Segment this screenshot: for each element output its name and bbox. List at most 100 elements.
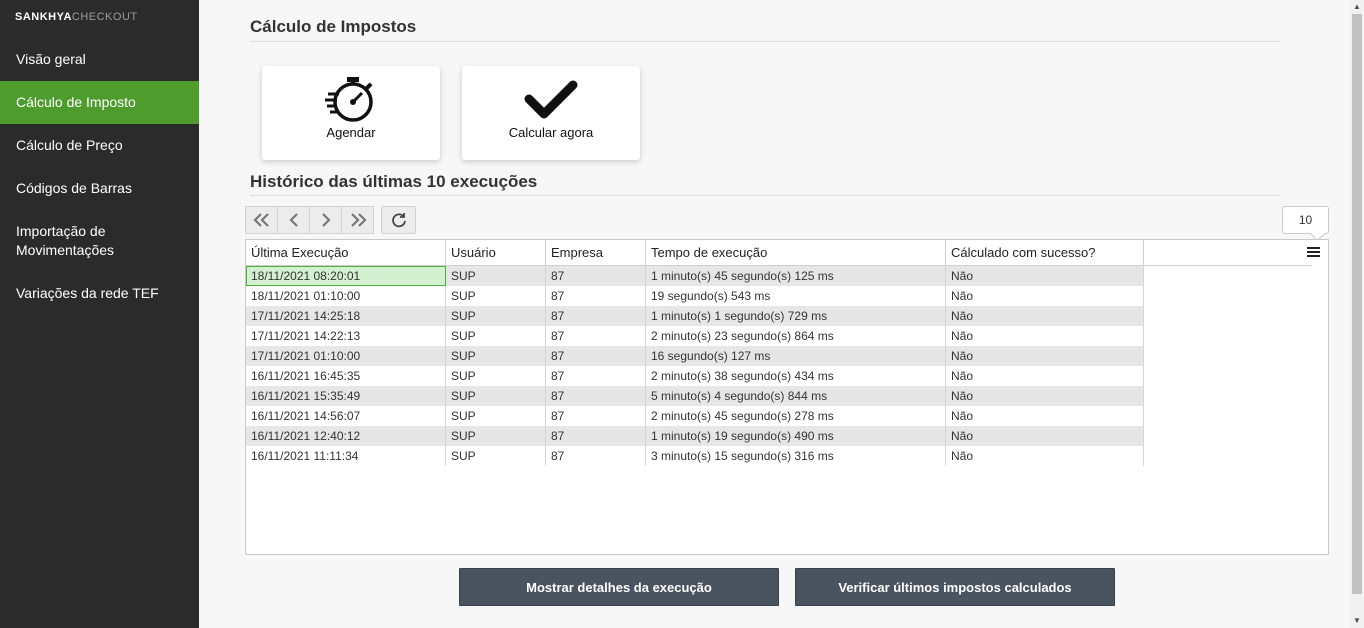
cell-usuario[interactable]: SUP	[446, 366, 546, 386]
column-header-calculado-sucesso[interactable]: Cálculado com sucesso?	[946, 240, 1144, 266]
cell-calculado-sucesso[interactable]: Não	[946, 366, 1144, 386]
table-row[interactable]: 16/11/2021 15:35:49 SUP 87 5 minuto(s) 4 se…	[246, 386, 1144, 406]
last-page-button[interactable]	[341, 206, 374, 234]
cell-tempo-execucao[interactable]: 2 minuto(s) 45 segundo(s) 278 ms	[646, 406, 946, 426]
sidebar: SANKHYACHECKOUT Visão geral Cálculo de I…	[0, 0, 199, 628]
cell-empresa[interactable]: 87	[546, 446, 646, 466]
cell-usuario[interactable]: SUP	[446, 446, 546, 466]
column-header-empresa[interactable]: Empresa	[546, 240, 646, 266]
cell-usuario[interactable]: SUP	[446, 386, 546, 406]
column-header-tempo-execucao[interactable]: Tempo de execução	[646, 240, 946, 266]
cell-usuario[interactable]: SUP	[446, 286, 546, 306]
cell-usuario[interactable]: SUP	[446, 266, 546, 286]
cell-tempo-execucao[interactable]: 1 minuto(s) 1 segundo(s) 729 ms	[646, 306, 946, 326]
cell-ultima-execucao[interactable]: 16/11/2021 14:56:07	[246, 406, 446, 426]
scroll-up-icon[interactable]: ▲	[1350, 0, 1364, 14]
cell-ultima-execucao[interactable]: 17/11/2021 14:25:18	[246, 306, 446, 326]
cell-empresa[interactable]: 87	[546, 286, 646, 306]
cell-empresa[interactable]: 87	[546, 326, 646, 346]
table-row[interactable]: 16/11/2021 16:45:35 SUP 87 2 minuto(s) 38 s…	[246, 366, 1144, 386]
sidebar-item-variacoes-rede-tef[interactable]: Variações da rede TEF	[0, 282, 199, 304]
sidebar-item-importacao-movimentacoes[interactable]: Importação de Movimentações	[0, 221, 150, 261]
sidebar-item-label: Variações da rede TEF	[16, 284, 159, 301]
cell-ultima-execucao[interactable]: 16/11/2021 11:11:34	[246, 446, 446, 466]
scroll-down-icon[interactable]: ▼	[1350, 614, 1364, 628]
sidebar-item-codigos-barras[interactable]: Códigos de Barras	[0, 177, 199, 199]
schedule-label: Agendar	[326, 125, 376, 140]
first-page-button[interactable]	[245, 206, 278, 234]
cell-tempo-execucao[interactable]: 3 minuto(s) 15 segundo(s) 316 ms	[646, 446, 946, 466]
column-menu-icon[interactable]	[1307, 247, 1320, 259]
page-title: Cálculo de Impostos	[250, 17, 417, 36]
sidebar-item-calculo-imposto[interactable]: Cálculo de Imposto	[0, 81, 199, 124]
sidebar-item-label: Cálculo de Imposto	[16, 94, 136, 110]
previous-page-button[interactable]	[277, 206, 310, 234]
cell-calculado-sucesso[interactable]: Não	[946, 266, 1144, 286]
cell-calculado-sucesso[interactable]: Não	[946, 306, 1144, 326]
vertical-scrollbar[interactable]: ▲ ▼	[1350, 0, 1364, 628]
table-row[interactable]: 17/11/2021 01:10:00 SUP 87 16 segundo(s) 12…	[246, 346, 1144, 366]
table-row[interactable]: 18/11/2021 08:20:01 SUP 87 1 minuto(s) 45 s…	[246, 266, 1144, 286]
cell-usuario[interactable]: SUP	[446, 306, 546, 326]
cell-tempo-execucao[interactable]: 16 segundo(s) 127 ms	[646, 346, 946, 366]
table-row[interactable]: 16/11/2021 11:11:34 SUP 87 3 minuto(s) 15 s…	[246, 446, 1144, 466]
sidebar-item-calculo-preco[interactable]: Cálculo de Preço	[0, 134, 199, 156]
checkmark-icon	[462, 74, 640, 124]
table-row[interactable]: 17/11/2021 14:25:18 SUP 87 1 minuto(s) 1 se…	[246, 306, 1144, 326]
cell-ultima-execucao[interactable]: 16/11/2021 12:40:12	[246, 426, 446, 446]
cell-calculado-sucesso[interactable]: Não	[946, 406, 1144, 426]
cell-ultima-execucao[interactable]: 16/11/2021 15:35:49	[246, 386, 446, 406]
calculate-now-card-button[interactable]: Calcular agora	[462, 66, 640, 160]
cell-tempo-execucao[interactable]: 5 minuto(s) 4 segundo(s) 844 ms	[646, 386, 946, 406]
stopwatch-icon	[262, 74, 440, 124]
cell-empresa[interactable]: 87	[546, 366, 646, 386]
cell-tempo-execucao[interactable]: 19 segundo(s) 543 ms	[646, 286, 946, 306]
cell-tempo-execucao[interactable]: 1 minuto(s) 45 segundo(s) 125 ms	[646, 266, 946, 286]
column-header-usuario[interactable]: Usuário	[446, 240, 546, 266]
cell-calculado-sucesso[interactable]: Não	[946, 446, 1144, 466]
page-size-field[interactable]: 10	[1282, 206, 1329, 234]
cell-empresa[interactable]: 87	[546, 406, 646, 426]
verify-calculated-taxes-button[interactable]: Verificar últimos impostos calculados	[795, 568, 1115, 606]
history-table: Última Execução Usuário Empresa Tempo de…	[245, 239, 1329, 555]
cell-ultima-execucao[interactable]: 18/11/2021 08:20:01	[246, 266, 446, 286]
logo-text-brand: SANKHYA	[15, 11, 72, 23]
cell-empresa[interactable]: 87	[546, 426, 646, 446]
column-header-ultima-execucao[interactable]: Última Execução	[246, 240, 446, 266]
show-execution-details-button[interactable]: Mostrar detalhes da execução	[459, 568, 779, 606]
cell-calculado-sucesso[interactable]: Não	[946, 286, 1144, 306]
sidebar-item-label: Códigos de Barras	[16, 179, 132, 196]
cell-tempo-execucao[interactable]: 2 minuto(s) 23 segundo(s) 864 ms	[646, 326, 946, 346]
sidebar-item-label: Visão geral	[16, 50, 86, 67]
table-row[interactable]: 16/11/2021 14:56:07 SUP 87 2 minuto(s) 45 s…	[246, 406, 1144, 426]
cell-calculado-sucesso[interactable]: Não	[946, 326, 1144, 346]
double-chevron-left-icon	[252, 213, 269, 227]
cell-calculado-sucesso[interactable]: Não	[946, 426, 1144, 446]
cell-usuario[interactable]: SUP	[446, 346, 546, 366]
refresh-button[interactable]	[381, 206, 416, 234]
scrollbar-thumb[interactable]	[1352, 14, 1362, 594]
table-row[interactable]: 17/11/2021 14:22:13 SUP 87 2 minuto(s) 23 s…	[246, 326, 1144, 346]
next-page-button[interactable]	[309, 206, 342, 234]
cell-usuario[interactable]: SUP	[446, 406, 546, 426]
cell-usuario[interactable]: SUP	[446, 326, 546, 346]
cell-ultima-execucao[interactable]: 16/11/2021 16:45:35	[246, 366, 446, 386]
cell-empresa[interactable]: 87	[546, 346, 646, 366]
cell-ultima-execucao[interactable]: 17/11/2021 14:22:13	[246, 326, 446, 346]
cell-tempo-execucao[interactable]: 1 minuto(s) 19 segundo(s) 490 ms	[646, 426, 946, 446]
table-row[interactable]: 18/11/2021 01:10:00 SUP 87 19 segundo(s) 54…	[246, 286, 1144, 306]
table-row[interactable]: 16/11/2021 12:40:12 SUP 87 1 minuto(s) 19 s…	[246, 426, 1144, 446]
cell-empresa[interactable]: 87	[546, 266, 646, 286]
sidebar-item-label: Cálculo de Preço	[16, 136, 123, 153]
cell-calculado-sucesso[interactable]: Não	[946, 386, 1144, 406]
cell-calculado-sucesso[interactable]: Não	[946, 346, 1144, 366]
cell-tempo-execucao[interactable]: 2 minuto(s) 38 segundo(s) 434 ms	[646, 366, 946, 386]
cell-ultima-execucao[interactable]: 18/11/2021 01:10:00	[246, 286, 446, 306]
schedule-card-button[interactable]: Agendar	[262, 66, 440, 160]
sidebar-item-visao-geral[interactable]: Visão geral	[0, 48, 199, 70]
cell-empresa[interactable]: 87	[546, 386, 646, 406]
app-logo: SANKHYACHECKOUT	[15, 11, 138, 23]
cell-empresa[interactable]: 87	[546, 306, 646, 326]
cell-usuario[interactable]: SUP	[446, 426, 546, 446]
cell-ultima-execucao[interactable]: 17/11/2021 01:10:00	[246, 346, 446, 366]
